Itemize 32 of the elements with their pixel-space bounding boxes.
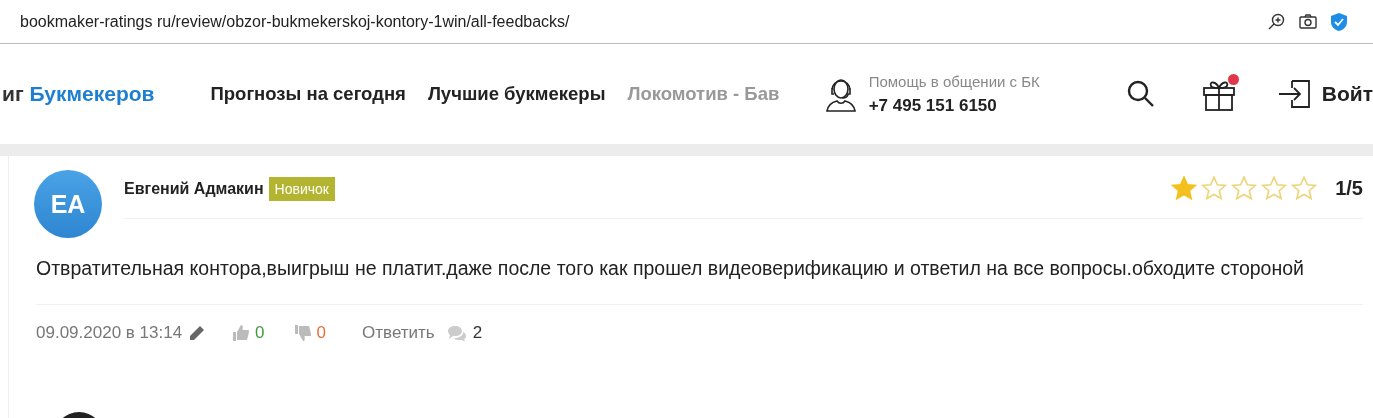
filled-star-icon xyxy=(1171,176,1198,201)
gift-button[interactable] xyxy=(1201,77,1236,111)
pencil-icon[interactable] xyxy=(188,324,206,342)
nav-link[interactable]: Прогнозы на сегодня xyxy=(210,83,406,105)
search-icon xyxy=(1125,79,1156,109)
site-logo[interactable]: иг Букмекеров xyxy=(2,82,155,106)
review-date: 09.09.2020 в 13:14 xyxy=(36,323,183,343)
login-button[interactable]: Войт xyxy=(1277,79,1373,109)
empty-star-icon xyxy=(1201,176,1228,201)
thumbs-up-icon[interactable] xyxy=(233,325,250,341)
dislike-count: 0 xyxy=(316,323,327,343)
review-text: Отвратительная контора,выигрыш не платит.даже после того как прошел видеоверификацию и ответил на все вопросы.обходите стороной xyxy=(36,256,1305,281)
zoom-icon[interactable] xyxy=(1267,12,1285,31)
camera-icon[interactable] xyxy=(1299,14,1317,29)
nav-link[interactable]: Лучшие букмекеры xyxy=(427,83,606,105)
rank-badge: Новичок xyxy=(268,176,335,201)
like-count: 0 xyxy=(255,323,265,343)
support-caption: Помощь в общении с БК xyxy=(868,72,1040,90)
reply-link[interactable]: Ответить xyxy=(362,323,435,343)
phone-link[interactable]: +7 495 151 6150 xyxy=(868,95,1040,116)
shield-icon[interactable] xyxy=(1331,12,1347,31)
comment-count: 2 xyxy=(472,323,483,343)
url-text: bookmaker-ratings ru/review/obzor-bukmekerskoj-kontory-1win/all-feedbacks/ xyxy=(20,12,571,31)
empty-star-icon xyxy=(1231,176,1258,201)
thumbs-down-icon[interactable] xyxy=(294,325,311,341)
login-icon xyxy=(1277,79,1312,109)
empty-star-icon xyxy=(1261,176,1288,201)
author-name[interactable]: Евгений Адмакин xyxy=(124,179,264,198)
author-avatar: EA xyxy=(34,170,102,238)
search-button[interactable] xyxy=(1125,79,1156,109)
empty-star-icon xyxy=(1291,176,1318,201)
rating-score: 1/5 xyxy=(1335,177,1363,200)
